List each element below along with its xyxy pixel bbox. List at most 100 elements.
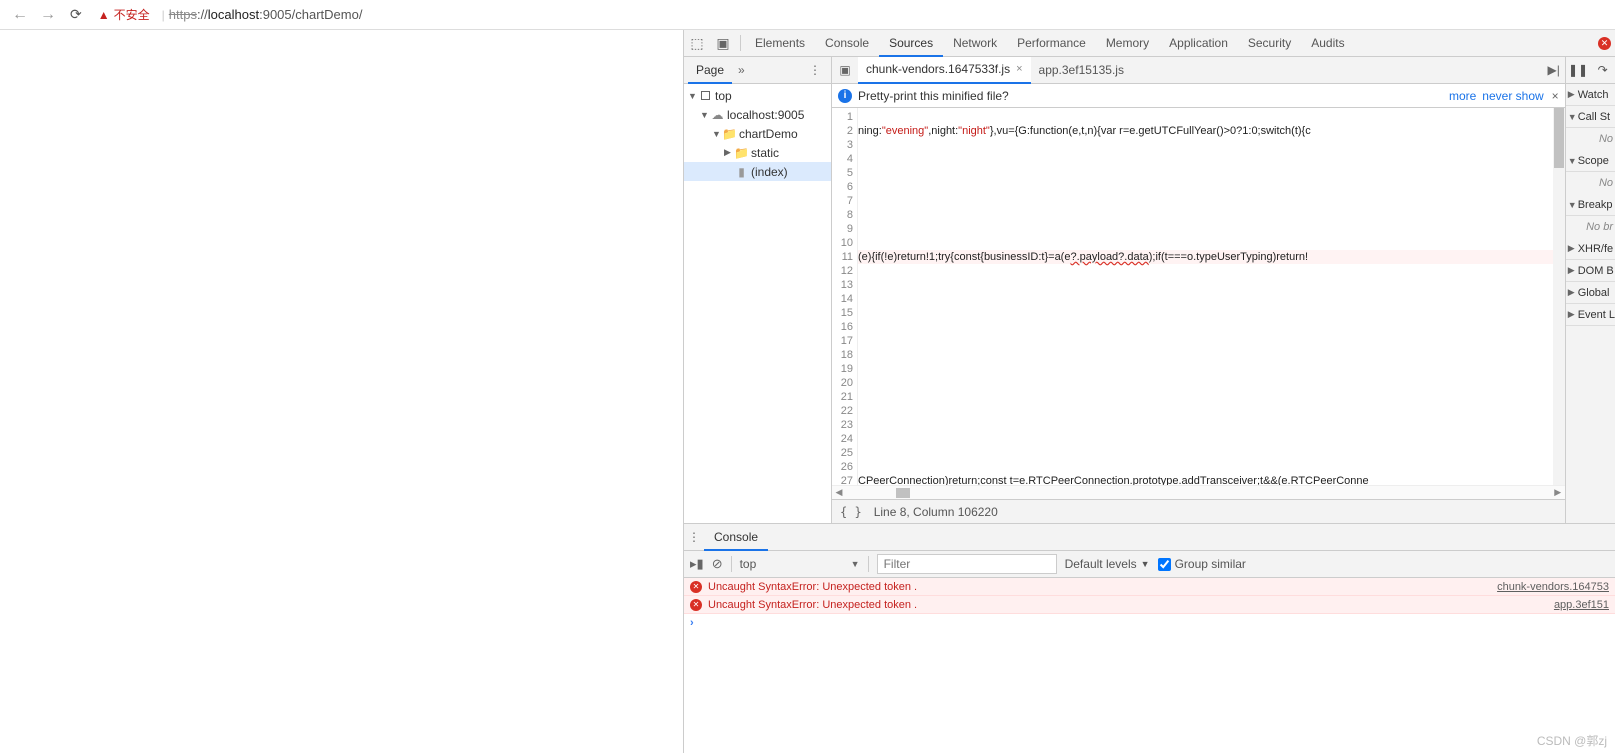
forward-button[interactable]: → (34, 6, 62, 24)
device-toggle-icon[interactable]: ▣ (710, 35, 736, 52)
horizontal-scrollbar[interactable]: ◀ ▶ (832, 485, 1565, 499)
console-filter[interactable] (877, 554, 1057, 574)
info-icon: i (838, 89, 852, 103)
tab-elements[interactable]: Elements (745, 30, 815, 57)
file-tab-app[interactable]: app.3ef15135.js (1031, 57, 1132, 84)
tab-audits[interactable]: Audits (1301, 30, 1354, 57)
error-icon: ✕ (690, 599, 702, 611)
section-dom[interactable]: ▶DOM B (1566, 260, 1615, 282)
filter-input[interactable] (877, 554, 1057, 574)
collapse-icon[interactable]: ▼ (688, 91, 698, 101)
security-status[interactable]: ▲ 不安全 (90, 6, 158, 23)
folder-icon: 📁 (722, 127, 737, 141)
prompt-icon: › (690, 617, 694, 629)
collapse-icon[interactable]: ▼ (712, 129, 722, 139)
inspect-icon[interactable]: ⬚ (684, 35, 710, 52)
tab-console[interactable]: Console (815, 30, 879, 57)
console-error-row[interactable]: ✕ Uncaught SyntaxError: Unexpected token… (684, 596, 1615, 614)
page-content (0, 30, 683, 753)
error-badge-icon[interactable]: ✕ (1598, 37, 1611, 50)
scrollbar-thumb[interactable] (896, 488, 910, 498)
tab-console-drawer[interactable]: Console (704, 524, 768, 551)
more-tabs-icon[interactable]: » (732, 63, 751, 77)
close-icon[interactable]: × (1552, 89, 1559, 103)
nav-sidebar-icon[interactable]: ▣ (832, 63, 858, 77)
tab-page[interactable]: Page (688, 57, 732, 84)
collapse-icon[interactable]: ▼ (700, 110, 710, 120)
format-icon[interactable]: { } (840, 505, 862, 519)
file-icon: ▮ (734, 165, 749, 179)
separator (740, 35, 741, 51)
drawer-menu-icon[interactable]: ⋮ (684, 530, 704, 544)
group-similar-input[interactable] (1158, 558, 1171, 571)
tab-application[interactable]: Application (1159, 30, 1238, 57)
chevron-down-icon: ▼ (1141, 559, 1150, 569)
file-tab-chunk-vendors[interactable]: chunk-vendors.1647533f.js × (858, 57, 1031, 84)
back-button[interactable]: ← (6, 6, 34, 24)
debugger-sidebar: ❚❚ ↷ ▶Watch ▼Call St No ▼Scope No ▼Break… (1566, 57, 1615, 523)
tab-memory[interactable]: Memory (1096, 30, 1159, 57)
console-tabs: ⋮ Console (684, 524, 1615, 551)
tab-network[interactable]: Network (943, 30, 1007, 57)
section-watch[interactable]: ▶Watch (1566, 84, 1615, 106)
tree-folder-static[interactable]: ▶ 📁 static (684, 143, 831, 162)
clear-console-icon[interactable]: ⊘ (712, 556, 723, 572)
close-tab-icon[interactable]: × (1016, 63, 1022, 75)
callstack-hint: No (1566, 128, 1615, 150)
console-toolbar: ▸▮ ⊘ top ▼ Default levels ▼ Group simil (684, 551, 1615, 578)
cursor-position: Line 8, Column 106220 (874, 505, 998, 519)
console-drawer: ⋮ Console ▸▮ ⊘ top ▼ Default levels ▼ (684, 523, 1615, 753)
tab-security[interactable]: Security (1238, 30, 1301, 57)
pretty-more-link[interactable]: more (1449, 89, 1476, 103)
code-editor[interactable]: 1234567891011121314151617181920212223242… (832, 108, 1565, 485)
tab-performance[interactable]: Performance (1007, 30, 1096, 57)
group-similar-checkbox[interactable]: Group similar (1158, 557, 1246, 571)
devtools-header: ⬚ ▣ Elements Console Sources Network Per… (684, 30, 1615, 57)
context-selector[interactable]: top ▼ (740, 557, 860, 571)
pretty-never-link[interactable]: never show (1482, 89, 1543, 103)
scrollbar-thumb[interactable] (1554, 108, 1564, 168)
code-content[interactable]: ning:"evening",night:"night"},vu={G:func… (858, 108, 1565, 485)
tree-file-index[interactable]: ▮ (index) (684, 162, 831, 181)
reload-button[interactable]: ⟳ (62, 6, 90, 23)
devtools-panel: ⬚ ▣ Elements Console Sources Network Per… (683, 30, 1615, 753)
sources-editor: ▣ chunk-vendors.1647533f.js × app.3ef151… (832, 57, 1566, 523)
tab-sources[interactable]: Sources (879, 30, 943, 57)
address-bar[interactable]: https://localhost:9005/chartDemo/ (169, 7, 363, 22)
section-breakpoints[interactable]: ▼Breakp (1566, 194, 1615, 216)
console-messages: ✕ Uncaught SyntaxError: Unexpected token… (684, 578, 1615, 753)
pause-button[interactable]: ❚❚ (1566, 63, 1591, 77)
show-drawer-icon[interactable]: ▶| (1543, 63, 1565, 77)
navigator-tabs: Page » ⋮ (684, 57, 831, 84)
pretty-print-bar: i Pretty-print this minified file? more … (832, 84, 1565, 108)
scroll-right-icon[interactable]: ▶ (1551, 487, 1565, 498)
sidebar-toggle-icon[interactable]: ▸▮ (690, 556, 704, 572)
error-location-link[interactable]: chunk-vendors.164753 (1497, 581, 1609, 593)
step-over-button[interactable]: ↷ (1590, 63, 1615, 77)
vertical-scrollbar[interactable] (1553, 108, 1565, 485)
section-scope[interactable]: ▼Scope (1566, 150, 1615, 172)
section-callstack[interactable]: ▼Call St (1566, 106, 1615, 128)
cloud-icon: ☁ (710, 108, 725, 122)
error-location-link[interactable]: app.3ef151 (1554, 599, 1609, 611)
file-tree: ▼ top ▼ ☁ localhost:9005 ▼ 📁 chartDemo (684, 84, 831, 181)
navigator-menu-icon[interactable]: ⋮ (803, 63, 827, 77)
error-icon: ✕ (690, 581, 702, 593)
warning-icon: ▲ (98, 8, 110, 22)
security-label: 不安全 (114, 6, 150, 23)
section-xhr[interactable]: ▶XHR/fe (1566, 238, 1615, 260)
tree-folder-chartdemo[interactable]: ▼ 📁 chartDemo (684, 124, 831, 143)
folder-icon: 📁 (734, 146, 749, 160)
tree-top[interactable]: ▼ top (684, 86, 831, 105)
log-levels[interactable]: Default levels ▼ (1065, 557, 1150, 571)
console-error-row[interactable]: ✕ Uncaught SyntaxError: Unexpected token… (684, 578, 1615, 596)
tree-host[interactable]: ▼ ☁ localhost:9005 (684, 105, 831, 124)
scroll-left-icon[interactable]: ◀ (832, 487, 846, 498)
expand-icon[interactable]: ▶ (724, 147, 734, 158)
file-tabs: ▣ chunk-vendors.1647533f.js × app.3ef151… (832, 57, 1565, 84)
console-prompt[interactable]: › (684, 614, 1615, 632)
section-global[interactable]: ▶Global (1566, 282, 1615, 304)
scope-hint: No (1566, 172, 1615, 194)
line-gutter: 1234567891011121314151617181920212223242… (832, 108, 858, 485)
section-event[interactable]: ▶Event L (1566, 304, 1615, 326)
